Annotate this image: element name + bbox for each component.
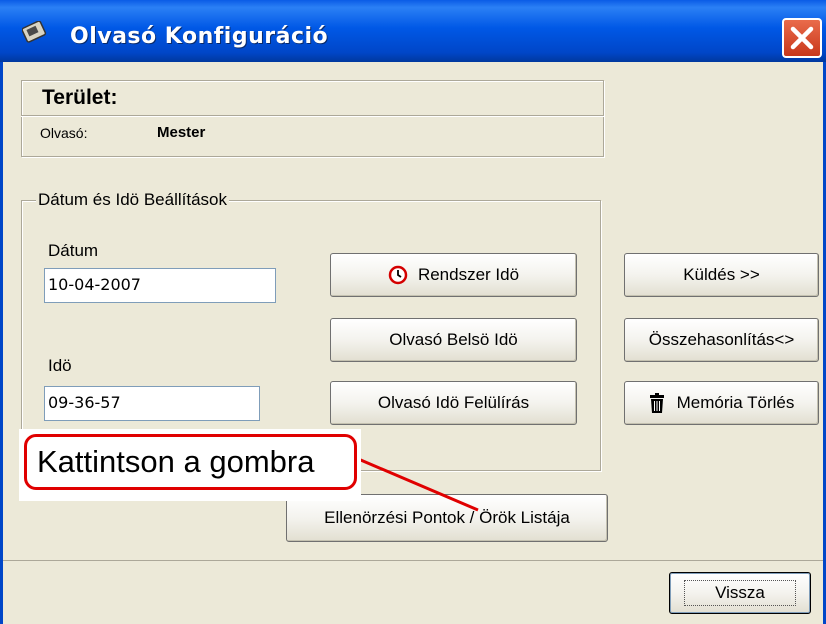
reader-time-overwrite-button[interactable]: Olvasó Idö Felülírás [330,381,577,425]
trash-icon [649,393,664,413]
system-time-button[interactable]: Rendszer Idö [330,253,577,297]
reader-time-overwrite-label: Olvasó Idö Felülírás [377,393,530,412]
area-divider [21,115,604,116]
time-field[interactable]: 09-36-57 [44,386,260,421]
app-icon [22,21,47,43]
datetime-legend: Dátum és Idö Beállítások [36,190,229,210]
callout-text: Kattintson a gombra [37,444,315,479]
send-label: Küldés >> [683,265,760,284]
close-button[interactable] [782,18,822,58]
compare-button[interactable]: Összehasonlítás<> [624,318,819,362]
send-button[interactable]: Küldés >> [624,253,819,297]
back-button[interactable]: Vissza [669,572,811,614]
window-title: Olvasó Konfiguráció [70,24,329,49]
close-icon [790,26,814,50]
reader-value: Mester [157,124,206,141]
checkpoints-list-label: Ellenörzési Pontok / Örök Listája [324,508,570,527]
compare-label: Összehasonlítás<> [648,330,795,349]
memory-clear-button[interactable]: Memória Törlés [624,381,819,425]
checkpoints-list-button[interactable]: Ellenörzési Pontok / Örök Listája [286,494,608,542]
date-field[interactable]: 10-04-2007 [44,268,276,303]
date-label: Dátum [48,241,99,260]
reader-internal-time-button[interactable]: Olvasó Belsö Idö [330,318,577,362]
memory-clear-label: Memória Törlés [676,393,795,412]
area-heading: Terület: [42,86,118,109]
clock-icon [388,265,408,285]
back-label: Vissza [684,580,796,606]
reader-label: Olvasó: [40,125,88,141]
time-label: Idö [48,356,72,375]
title-bar: Olvasó Konfiguráció [0,0,826,62]
reader-internal-time-label: Olvasó Belsö Idö [389,330,518,349]
system-time-label: Rendszer Idö [417,265,520,284]
callout-annotation: Kattintson a gombra [24,434,357,490]
